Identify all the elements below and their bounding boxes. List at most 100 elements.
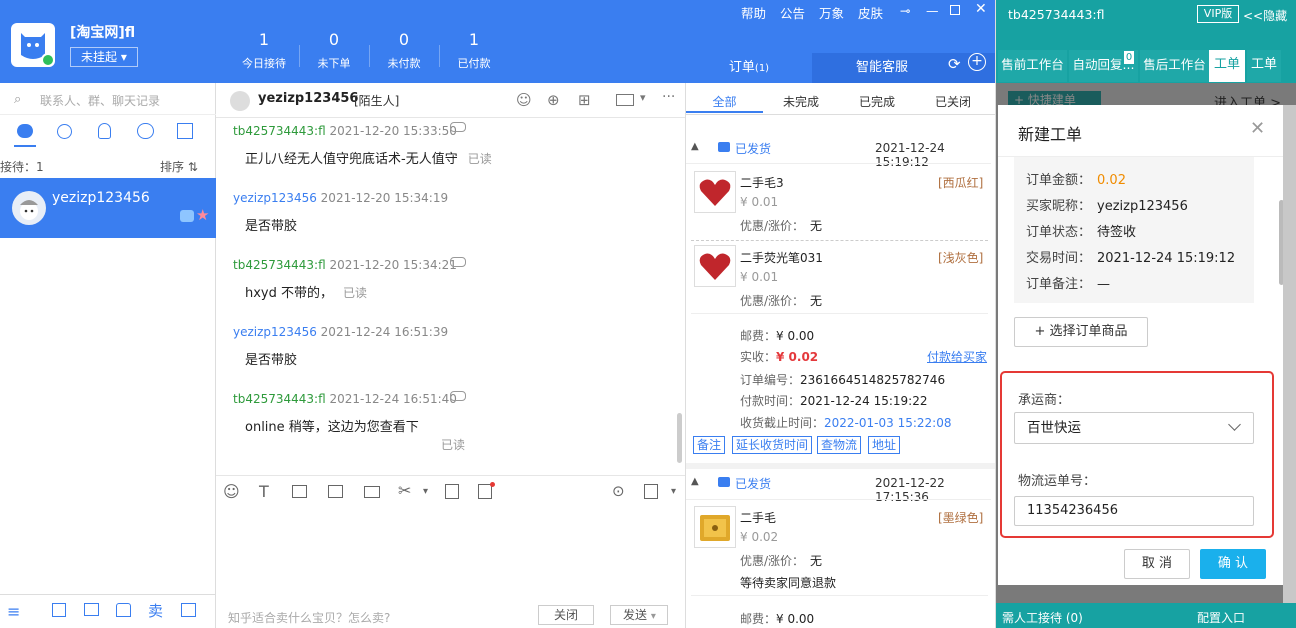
message-input[interactable]: [216, 502, 685, 602]
tab-aftersale[interactable]: 售后工作台: [1140, 50, 1209, 82]
star-icon: ★: [196, 206, 210, 224]
pay-buyer-link[interactable]: 付款给买家: [927, 348, 987, 365]
mail-icon[interactable]: [84, 603, 99, 616]
scissors-icon[interactable]: ✂: [398, 481, 411, 500]
add-contact-icon[interactable]: ⊕: [547, 91, 560, 109]
help-link[interactable]: 帮助: [741, 3, 766, 22]
product-thumb[interactable]: [694, 506, 736, 548]
cancel-button[interactable]: 取 消: [1124, 549, 1190, 579]
discount-value: 无: [810, 219, 823, 233]
maximize-icon[interactable]: [950, 5, 960, 15]
sell-icon[interactable]: 卖: [148, 600, 163, 621]
input-hint-link[interactable]: 知乎适合卖什么宝贝？怎么卖?: [228, 609, 390, 626]
panel-scrollbar[interactable]: [1283, 105, 1296, 605]
chevron-down-icon[interactable]: ▾: [423, 486, 428, 497]
select-goods-button[interactable]: + 选择订单商品: [1014, 317, 1148, 347]
font-icon[interactable]: T: [259, 482, 269, 501]
filter-all[interactable]: 全部: [686, 91, 763, 113]
chat-scrollbar[interactable]: [677, 413, 682, 463]
message-time: 2021-12-24 16:51:40: [329, 392, 457, 406]
track-logistics-button[interactable]: 查物流: [817, 436, 862, 454]
order-number[interactable]: 2361664514825782746: [800, 373, 945, 387]
product-thumb[interactable]: [694, 245, 736, 287]
manual-reception[interactable]: 需人工接待 (0): [1002, 609, 1083, 626]
wanxiang-link[interactable]: 万象: [819, 3, 844, 22]
confirm-button[interactable]: 确 认: [1200, 549, 1266, 579]
product-name[interactable]: 二手荧光笔031: [740, 249, 823, 266]
share-icon[interactable]: [52, 603, 66, 617]
folder-icon[interactable]: [364, 486, 380, 498]
remark-button[interactable]: 备注: [693, 436, 726, 454]
waiting-count: 接待：1: [0, 160, 44, 174]
play-icon[interactable]: [328, 485, 343, 498]
stat-unpaid[interactable]: 0 未付款: [369, 30, 439, 71]
refresh-icon[interactable]: ⟳: [948, 55, 961, 73]
notice-link[interactable]: 公告: [780, 3, 805, 22]
app-logo[interactable]: [11, 23, 55, 67]
stat-no-order[interactable]: 0 未下单: [299, 30, 369, 71]
product-name[interactable]: 二手毛3: [740, 174, 784, 191]
filter-unfinished[interactable]: 未完成: [763, 91, 839, 113]
collapse-icon[interactable]: ▲: [691, 476, 699, 487]
calculator-icon[interactable]: [445, 484, 459, 499]
pin-icon[interactable]: ⊸: [900, 3, 910, 18]
skin-link[interactable]: 皮肤: [858, 3, 883, 22]
product-thumb[interactable]: [694, 171, 736, 213]
stat-paid[interactable]: 1 已付款: [439, 30, 509, 71]
filter-closed[interactable]: 已关闭: [915, 91, 991, 113]
minimize-icon[interactable]: —: [926, 3, 939, 18]
add-icon[interactable]: +: [968, 53, 986, 71]
chevron-down-icon[interactable]: ▾: [651, 611, 656, 622]
close-icon[interactable]: ✕: [1250, 118, 1265, 139]
product-name[interactable]: 二手毛: [740, 509, 776, 526]
sort-button[interactable]: 排序 ⇅: [160, 158, 198, 175]
collapse-icon[interactable]: ▲: [691, 141, 699, 152]
product-sku: [墨绿色]: [938, 511, 984, 525]
contact-item[interactable]: yezizp123456 ★: [0, 178, 216, 238]
filter-finished[interactable]: 已完成: [839, 91, 915, 113]
tab-presale[interactable]: 售前工作台: [998, 50, 1067, 82]
config-entry[interactable]: 配置入口: [1197, 609, 1245, 626]
tab-workorder[interactable]: 工单: [1247, 50, 1281, 82]
extend-receipt-button[interactable]: 延长收货时间: [732, 436, 813, 454]
message-body: 正儿八经无人值守兜底话术-无人值守: [245, 152, 458, 167]
close-chat-button[interactable]: 关闭: [538, 605, 594, 625]
menu-icon[interactable]: ≡: [7, 602, 20, 621]
more-icon[interactable]: ···: [662, 89, 675, 105]
product-sku: [西瓜红]: [938, 176, 984, 190]
recent-clock-icon[interactable]: [57, 124, 72, 139]
screen-share-icon[interactable]: ⊞: [578, 91, 591, 109]
message-time: 2021-12-24 16:51:39: [320, 325, 449, 339]
address-button[interactable]: 地址: [868, 436, 901, 454]
chevron-down-icon[interactable]: ▾: [640, 91, 646, 104]
layout-icon[interactable]: [181, 603, 196, 617]
hide-button[interactable]: <<隐藏: [1243, 7, 1287, 24]
notification-dot: [490, 482, 495, 487]
chevron-down-icon[interactable]: ▾: [671, 486, 676, 497]
close-icon[interactable]: ✕: [975, 1, 987, 17]
trade-time: 2021-12-24 15:19:12: [1097, 251, 1236, 266]
quick-reply-icon[interactable]: ⊙: [612, 482, 625, 500]
tab-orders[interactable]: 订单(1): [686, 53, 812, 83]
quick-create-button[interactable]: + 快捷建单: [1008, 91, 1101, 105]
image-icon[interactable]: [292, 485, 307, 498]
shop-icon[interactable]: [116, 603, 131, 617]
tracking-number-input[interactable]: 11354236456: [1014, 496, 1254, 526]
tab-smart-service[interactable]: 智能客服: [812, 53, 952, 83]
send-button[interactable]: 发送 ▾: [610, 605, 668, 625]
contacts-search-input[interactable]: 联系人、群、聊天记录: [40, 92, 210, 109]
group-icon[interactable]: [137, 123, 154, 139]
contact-person-icon[interactable]: [98, 123, 111, 139]
chat-bubble-icon[interactable]: [17, 124, 33, 138]
video-icon[interactable]: [616, 94, 634, 106]
org-tree-icon[interactable]: [177, 123, 193, 139]
history-icon[interactable]: [644, 484, 658, 499]
chat-user-name[interactable]: yezizp123456: [258, 91, 358, 106]
carrier-select[interactable]: 百世快运: [1014, 412, 1254, 444]
emoji-chat-icon[interactable]: ☺: [516, 91, 532, 109]
status-dropdown[interactable]: 未挂起 ▾: [70, 47, 138, 67]
postage-label: 邮费：: [740, 612, 777, 626]
tab-workorder-active[interactable]: 工单: [1209, 50, 1245, 82]
stat-today[interactable]: 1 今日接待: [229, 30, 299, 71]
emoji-icon[interactable]: ☺: [223, 482, 240, 501]
